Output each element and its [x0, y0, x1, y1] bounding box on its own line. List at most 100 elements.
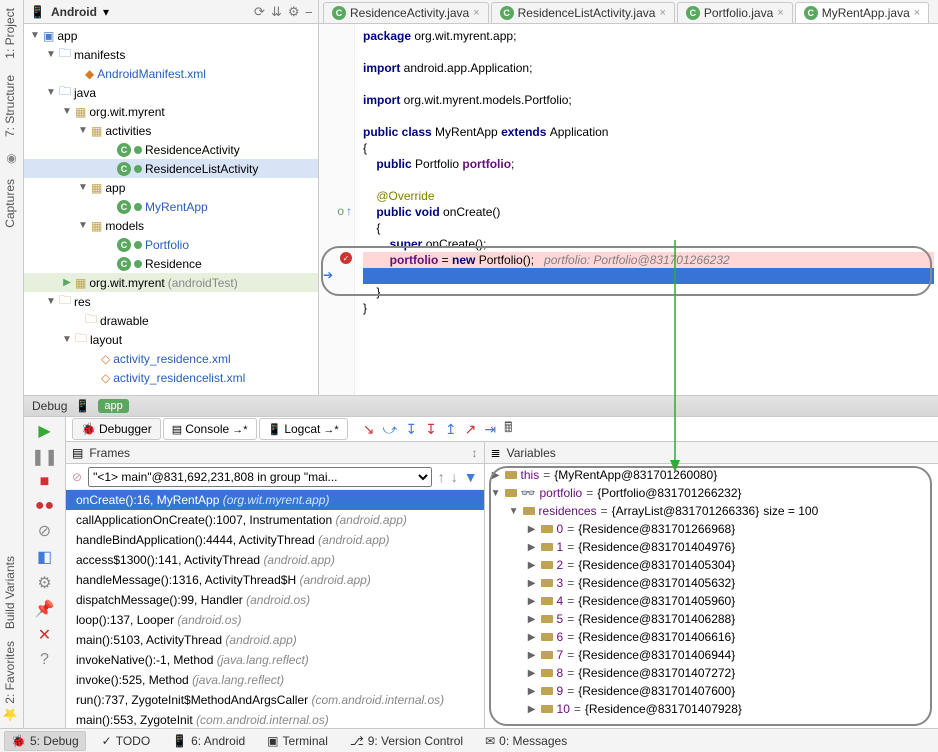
tree-models[interactable]: models: [105, 219, 144, 233]
frame-row[interactable]: callApplicationOnCreate():1007, Instrume…: [66, 510, 484, 530]
force-step-into-icon[interactable]: ↧: [422, 421, 440, 438]
close-icon[interactable]: ✕: [38, 625, 51, 645]
sb-terminal[interactable]: ▣ Terminal: [261, 732, 334, 750]
tree-layout1[interactable]: activity_residence.xml: [113, 352, 230, 366]
close-icon[interactable]: ×: [777, 7, 783, 19]
tree-layout[interactable]: layout: [90, 333, 122, 347]
close-icon[interactable]: ×: [659, 7, 665, 19]
tab-console[interactable]: ▤ Console →*: [163, 418, 257, 440]
tree-residence[interactable]: Residence: [145, 257, 202, 271]
tool-tab-build-variants[interactable]: Build Variants: [0, 550, 20, 635]
frame-row[interactable]: run():737, ZygoteInit$MethodAndArgsCalle…: [66, 690, 484, 710]
hide-icon[interactable]: ⎯: [306, 4, 313, 20]
view-breakpoints-icon[interactable]: ●●: [35, 497, 54, 515]
tab-portfolio[interactable]: CPortfolio.java×: [677, 2, 793, 23]
var-row[interactable]: ▶3 = {Residence@831701405632}: [485, 574, 938, 592]
tree-manifests[interactable]: manifests: [74, 48, 125, 62]
filter-icon[interactable]: ▼: [464, 469, 478, 485]
collapse-icon[interactable]: ⇊: [271, 4, 282, 20]
camera-icon[interactable]: ◧: [37, 547, 52, 567]
frame-row[interactable]: handleBindApplication():4444, ActivityTh…: [66, 530, 484, 550]
settings-icon[interactable]: ⚙: [37, 573, 51, 593]
override-icon[interactable]: ο: [337, 204, 344, 218]
var-row[interactable]: ▶this = {MyRentApp@831701260080}: [485, 466, 938, 484]
prev-frame-icon[interactable]: ↑: [438, 469, 445, 485]
next-frame-icon[interactable]: ↓: [451, 469, 458, 485]
sb-android[interactable]: 📱 6: Android: [166, 732, 251, 750]
thread-selector[interactable]: "<1> main"@831,692,231,808 in group "mai…: [88, 467, 432, 487]
pin-icon[interactable]: 📌: [35, 599, 55, 619]
tool-tab-structure[interactable]: 7: Structure: [0, 67, 20, 145]
tree-layout2[interactable]: activity_residencelist.xml: [113, 371, 245, 385]
tree-manifest-file[interactable]: AndroidManifest.xml: [97, 67, 206, 81]
close-icon[interactable]: ×: [914, 7, 920, 19]
tree-res[interactable]: res: [74, 295, 91, 309]
tree-myrentapp[interactable]: MyRentApp: [145, 200, 208, 214]
help-icon[interactable]: ?: [40, 651, 49, 669]
implement-up-icon[interactable]: ↑: [346, 204, 352, 218]
tab-residence-list-activity[interactable]: CResidenceListActivity.java×: [491, 2, 675, 23]
show-exec-point-icon[interactable]: ↘: [360, 421, 378, 438]
var-row[interactable]: ▼👓portfolio = {Portfolio@831701266232}: [485, 484, 938, 502]
tree-java[interactable]: java: [74, 86, 96, 100]
var-row[interactable]: ▶8 = {Residence@831701407272}: [485, 664, 938, 682]
var-row[interactable]: ▶10 = {Residence@831701407928}: [485, 700, 938, 718]
var-row[interactable]: ▶1 = {Residence@831701404976}: [485, 538, 938, 556]
breakpoint-check-icon[interactable]: ✓: [340, 252, 352, 264]
step-over-icon[interactable]: ⤻: [379, 421, 400, 438]
frame-row[interactable]: main():5103, ActivityThread (android.app…: [66, 630, 484, 650]
sb-todo[interactable]: ✓ TODO: [96, 732, 157, 750]
var-row[interactable]: ▶6 = {Residence@831701406616}: [485, 628, 938, 646]
camera-icon[interactable]: ◉: [0, 145, 23, 171]
var-row[interactable]: ▶2 = {Residence@831701405304}: [485, 556, 938, 574]
tree-pkg[interactable]: org.wit.myrent: [89, 105, 164, 119]
chevron-down-icon[interactable]: ▾: [103, 5, 109, 19]
sb-version-control[interactable]: ⎇ 9: Version Control: [344, 732, 469, 750]
tree-pkg-test[interactable]: org.wit.myrent: [89, 276, 164, 290]
gear-icon[interactable]: ⚙: [288, 4, 300, 20]
view-selector[interactable]: Android: [51, 5, 97, 19]
resume-icon[interactable]: ▶: [38, 421, 50, 441]
tool-tab-project[interactable]: 1: Project: [0, 0, 20, 67]
sync-icon[interactable]: ⟳: [254, 4, 265, 20]
mute-breakpoints-icon[interactable]: ⊘: [38, 521, 51, 541]
tool-tab-favorites[interactable]: ⭐ 2: Favorites: [0, 635, 20, 728]
tab-debugger[interactable]: 🐞 Debugger: [72, 418, 161, 440]
tree-pkg-app[interactable]: app: [105, 181, 125, 195]
gutter[interactable]: ο↑ ✓ ➔: [319, 24, 355, 395]
var-row[interactable]: ▶9 = {Residence@831701407600}: [485, 682, 938, 700]
tree-residence-activity[interactable]: ResidenceActivity: [145, 143, 240, 157]
var-row[interactable]: ▶0 = {Residence@831701266968}: [485, 520, 938, 538]
frame-row[interactable]: onCreate():16, MyRentApp (org.wit.myrent…: [66, 490, 484, 510]
run-to-cursor-icon[interactable]: ⇥: [481, 421, 499, 438]
var-row[interactable]: ▶7 = {Residence@831701406944}: [485, 646, 938, 664]
frame-row[interactable]: invoke():525, Method (java.lang.reflect): [66, 670, 484, 690]
frame-row[interactable]: dispatchMessage():99, Handler (android.o…: [66, 590, 484, 610]
tree-residence-list-activity[interactable]: ResidenceListActivity: [145, 162, 258, 176]
evaluate-icon[interactable]: 🖩: [501, 417, 515, 441]
frames-list[interactable]: onCreate():16, MyRentApp (org.wit.myrent…: [66, 490, 484, 730]
var-row[interactable]: ▶4 = {Residence@831701405960}: [485, 592, 938, 610]
tree-activities[interactable]: activities: [105, 124, 151, 138]
tab-myrentapp[interactable]: CMyRentApp.java×: [795, 2, 929, 23]
tool-tab-captures[interactable]: Captures: [0, 171, 20, 236]
tree-drawable[interactable]: drawable: [100, 314, 149, 328]
frame-row[interactable]: main():553, ZygoteInit (com.android.inte…: [66, 710, 484, 730]
var-row[interactable]: ▶5 = {Residence@831701406288}: [485, 610, 938, 628]
frame-row[interactable]: handleMessage():1316, ActivityThread$H (…: [66, 570, 484, 590]
step-out-icon[interactable]: ↥: [442, 421, 460, 438]
drop-frame-icon[interactable]: ↗: [462, 421, 480, 438]
tab-residence-activity[interactable]: CResidenceActivity.java×: [323, 2, 489, 23]
var-row[interactable]: ▼residences = {ArrayList@831701266336} s…: [485, 502, 938, 520]
project-tree[interactable]: ▼▣app ▼🗀manifests ◆AndroidManifest.xml ▼…: [24, 24, 318, 395]
frame-row[interactable]: access$1300():141, ActivityThread (andro…: [66, 550, 484, 570]
sb-debug[interactable]: 🐞 5: Debug: [4, 731, 86, 751]
frame-row[interactable]: loop():137, Looper (android.os): [66, 610, 484, 630]
tab-logcat[interactable]: 📱 Logcat →*: [259, 418, 348, 440]
sb-messages[interactable]: ✉ 0: Messages: [479, 732, 573, 750]
frame-row[interactable]: invokeNative():-1, Method (java.lang.ref…: [66, 650, 484, 670]
tree-app[interactable]: app: [57, 29, 77, 43]
code-editor[interactable]: ο↑ ✓ ➔ package org.wit.myrent.app; impor…: [319, 24, 938, 395]
step-into-icon[interactable]: ↧: [402, 421, 420, 438]
pause-icon[interactable]: ❚❚: [31, 447, 58, 467]
